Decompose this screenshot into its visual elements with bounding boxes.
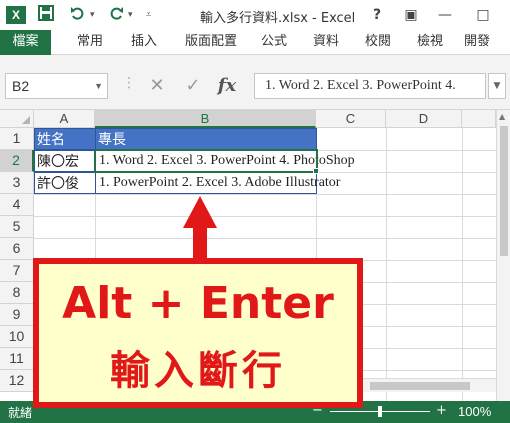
row-header-11[interactable]: 11 [0,348,34,370]
row-header-4[interactable]: 4 [0,194,34,216]
ribbon-tabs: 檔案 常用 插入 版面配置 公式 資料 校閱 檢視 開發 [0,30,510,55]
gridline [34,216,496,217]
cancel-button[interactable]: ✕ [144,73,170,99]
fill-handle[interactable] [313,168,319,174]
row-header-10[interactable]: 10 [0,326,34,348]
zoom-slider-thumb[interactable] [378,406,382,417]
enter-button[interactable]: ✓ [180,73,206,99]
row-header-1[interactable]: 1 [0,128,34,150]
column-header-d[interactable]: D [386,110,462,128]
annotation-callout: Alt + Enter 輸入斷行 [33,258,363,408]
row-header-5[interactable]: 5 [0,216,34,238]
row-header-7[interactable]: 7 [0,260,34,282]
tab-page-layout[interactable]: 版面配置 [178,30,244,55]
undo-icon[interactable] [68,5,88,25]
help-button[interactable]: ? [364,4,390,26]
select-all-button[interactable] [0,110,34,128]
gridline [34,238,496,239]
redo-icon[interactable] [106,5,126,25]
formula-input[interactable]: 1. Word 2. Excel 3. PowerPoint 4. [254,73,486,99]
status-mode: 就緒 [8,406,33,420]
column-header-a[interactable]: A [34,110,95,128]
annotation-arrow-shaft [193,226,207,260]
insert-function-button[interactable]: fx [214,73,240,99]
customize-icon[interactable]: ⩡ [146,7,151,23]
annotation-caption: 輸入斷行 [110,348,286,394]
excel-logo-icon: X [6,6,26,24]
zoom-level[interactable]: 100% [458,404,491,419]
annotation-shortcut: Alt + Enter [62,278,334,329]
column-header-e[interactable] [462,110,496,128]
redo-dropdown-icon[interactable]: ▾ [128,7,133,23]
select-all-triangle-icon [22,116,30,124]
formula-bar-separator: ⋮ [122,75,136,91]
tab-data[interactable]: 資料 [306,30,346,55]
cell-a3[interactable]: 許〇俊 [34,172,96,194]
title-bar: X ▾ ▾ ⩡ 輸入多行資料.xlsx - Excel ? ▣ — □ [0,0,510,30]
name-box-value: B2 [12,78,30,94]
annotation-arrow-up-icon [183,196,217,228]
chevron-down-icon[interactable]: ▼ [94,74,103,98]
tab-review[interactable]: 校閱 [358,30,398,55]
ribbon-display-button[interactable]: ▣ [398,4,424,26]
zoom-in-button[interactable]: + [436,403,447,418]
cell-b1[interactable]: 專長 [95,128,317,150]
tab-home[interactable]: 常用 [70,30,110,55]
save-icon[interactable] [36,5,56,25]
horizontal-scrollbar-thumb[interactable] [370,382,470,390]
gridline [386,128,387,401]
active-cell-selection [94,149,318,173]
tab-insert[interactable]: 插入 [124,30,164,55]
cell-a2[interactable]: 陳〇宏 [34,150,96,172]
tab-formulas[interactable]: 公式 [254,30,294,55]
row-header-8[interactable]: 8 [0,282,34,304]
undo-dropdown-icon[interactable]: ▾ [90,7,95,23]
column-header-b[interactable]: B [95,110,316,128]
row-header-2[interactable]: 2 [0,150,34,172]
tab-developer[interactable]: 開發 [464,30,510,55]
restore-button[interactable]: □ [470,4,496,26]
column-header-c[interactable]: C [316,110,386,128]
minimize-button[interactable]: — [432,4,458,26]
horizontal-scrollbar[interactable] [360,378,496,392]
tab-view[interactable]: 檢視 [410,30,450,55]
expand-formula-bar-icon[interactable]: ▼ [488,73,506,99]
row-header-6[interactable]: 6 [0,238,34,260]
formula-bar-area: B2 ▼ ⋮ ✕ ✓ fx 1. Word 2. Excel 3. PowerP… [0,55,510,110]
gridline [462,128,463,401]
cell-a1[interactable]: 姓名 [34,128,96,150]
window-title: 輸入多行資料.xlsx - Excel [200,11,356,26]
vertical-scrollbar[interactable]: ▲ [496,110,510,401]
cell-b3[interactable]: 1. PowerPoint 2. Excel 3. Adobe Illustra… [99,172,340,194]
row-header-12[interactable]: 12 [0,370,34,392]
tab-file[interactable]: 檔案 [0,30,51,55]
scroll-up-icon[interactable]: ▲ [499,112,505,121]
gridline [34,194,496,195]
row-header-9[interactable]: 9 [0,304,34,326]
row-header-3[interactable]: 3 [0,172,34,194]
name-box[interactable]: B2 ▼ [5,73,108,99]
vertical-scrollbar-thumb[interactable] [500,126,508,256]
